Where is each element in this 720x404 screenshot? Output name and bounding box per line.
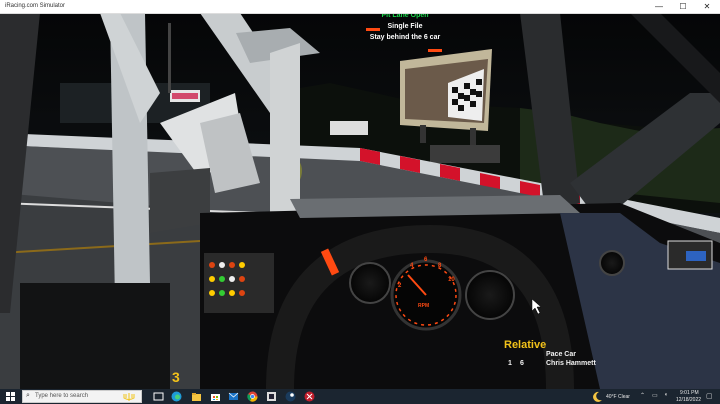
notification-icon[interactable]: ▢ — [706, 392, 713, 400]
relative-title: Relative — [504, 339, 547, 351]
relative-panel: Relative Pace Car 1 6 Chris Hammett — [504, 339, 624, 369]
tach-label-8: 8 — [438, 263, 442, 269]
weather-text[interactable]: 40°F Clear — [606, 394, 630, 400]
tach-label-2: 2 — [398, 283, 402, 289]
relative-row: Pace Car — [504, 351, 624, 360]
maximize-button[interactable]: ☐ — [672, 0, 694, 13]
hud-indicator-left — [366, 28, 380, 31]
app-window: iRacing.com Simulator — ☐ ✕ 2 4 6 8 10 R… — [0, 0, 720, 404]
edge-icon[interactable] — [170, 390, 183, 403]
search-icon: ⌕ — [26, 392, 30, 399]
store-icon[interactable] — [209, 390, 222, 403]
windows-start-icon[interactable] — [4, 390, 17, 403]
tach-label-10: 10 — [448, 277, 455, 283]
relative-row: 1 6 Chris Hammett — [504, 360, 624, 369]
relative-driver: Pace Car — [546, 351, 576, 358]
minimize-button[interactable]: — — [648, 0, 670, 13]
steam-icon[interactable] — [284, 390, 297, 403]
tach-unit: RPM — [418, 303, 430, 309]
file-explorer-icon[interactable] — [190, 390, 203, 403]
network-icon[interactable]: ▭ — [652, 392, 658, 399]
clock-date[interactable]: 12/18/2022 — [676, 397, 701, 403]
mail-icon[interactable] — [227, 390, 240, 403]
search-placeholder: Type here to search — [35, 393, 89, 399]
game-viewport[interactable]: 2 4 6 8 10 RPM 3 — [0, 13, 720, 389]
window-titlebar: iRacing.com Simulator — ☐ ✕ — [0, 0, 720, 14]
hud-single-file: Single File — [387, 23, 423, 30]
clock-time[interactable]: 9:01 PM — [680, 390, 699, 396]
relative-position: 1 — [508, 360, 512, 367]
windows-taskbar: ⌕ Type here to search 40°F Clear ⌃ ▭ ◖ 9… — [0, 389, 720, 404]
iracing-icon[interactable] — [265, 390, 278, 403]
task-view-icon[interactable] — [152, 390, 165, 403]
menorah-icon[interactable] — [122, 390, 136, 403]
window-title: iRacing.com Simulator — [5, 3, 66, 9]
tach-label-6: 6 — [424, 257, 428, 263]
volume-icon[interactable]: ◖ — [664, 392, 668, 398]
chrome-icon[interactable] — [246, 390, 259, 403]
position-digit: 3 — [172, 369, 180, 385]
game-scene — [0, 13, 720, 389]
app-icon[interactable] — [303, 390, 316, 403]
close-button[interactable]: ✕ — [696, 0, 718, 13]
hud-indicator-right — [428, 49, 442, 52]
tray-chevron-up-icon[interactable]: ⌃ — [640, 392, 645, 399]
hud-stay-behind: Stay behind the 6 car — [369, 34, 441, 41]
relative-driver: Chris Hammett — [546, 360, 596, 367]
tach-label-4: 4 — [410, 263, 414, 269]
weather-moon-icon[interactable] — [592, 390, 604, 403]
relative-car: 6 — [520, 360, 524, 367]
